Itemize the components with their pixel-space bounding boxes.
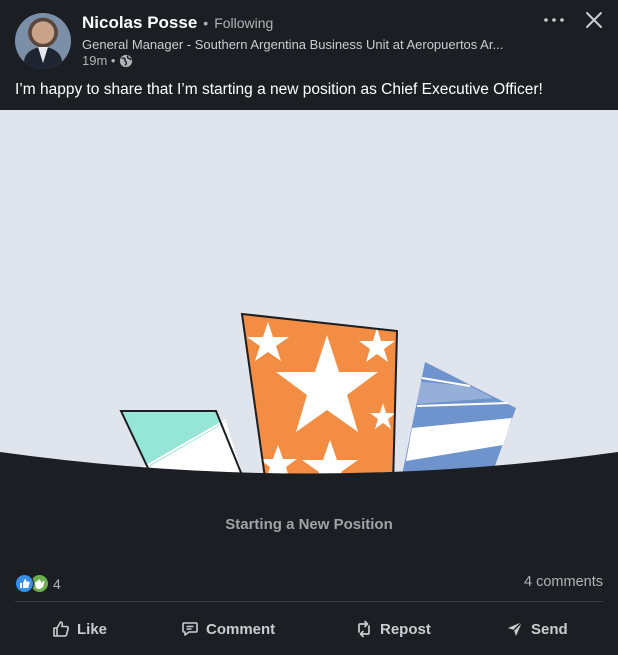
like-icon (53, 621, 69, 637)
author-headline: General Manager - Southern Argentina Bus… (82, 37, 504, 52)
post-header: Nicolas Posse • Following General Manage… (0, 0, 618, 110)
reaction-count: 4 (53, 575, 61, 592)
send-button[interactable]: Send (505, 606, 568, 652)
author-name[interactable]: Nicolas Posse (82, 13, 197, 33)
comment-icon (182, 622, 198, 636)
like-button[interactable]: Like (51, 606, 107, 652)
celebration-image[interactable] (0, 110, 618, 552)
like-label: Like (77, 620, 108, 638)
repost-button[interactable]: Repost (354, 606, 431, 652)
like-reaction-icon (15, 574, 34, 593)
avatar[interactable] (15, 13, 71, 69)
more-icon[interactable] (540, 8, 568, 32)
globe-icon (120, 54, 133, 67)
action-bar: Like Comment Repost Send (0, 606, 618, 652)
comment-label: Comment (206, 620, 276, 638)
divider (15, 601, 603, 602)
send-icon (508, 621, 523, 636)
comment-button[interactable]: Comment (180, 606, 275, 652)
social-counts: 4 4 comments (15, 572, 603, 596)
post-time: 19m • (82, 53, 116, 68)
close-icon[interactable] (583, 9, 605, 31)
reactions-summary[interactable]: 4 (15, 574, 61, 593)
separator-dot: • (203, 15, 209, 31)
repost-label: Repost (380, 620, 431, 638)
comments-count[interactable]: 4 comments (524, 574, 603, 590)
repost-icon (358, 620, 370, 638)
follow-status[interactable]: Following (214, 15, 273, 31)
send-label: Send (531, 620, 568, 638)
orange-star-shape (240, 312, 399, 492)
post-text: I’m happy to share that I’m starting a n… (15, 81, 543, 98)
post-meta: 19m • (82, 53, 133, 68)
author-line: Nicolas Posse • Following (82, 13, 273, 33)
media-caption[interactable]: Starting a New Position (0, 516, 618, 533)
